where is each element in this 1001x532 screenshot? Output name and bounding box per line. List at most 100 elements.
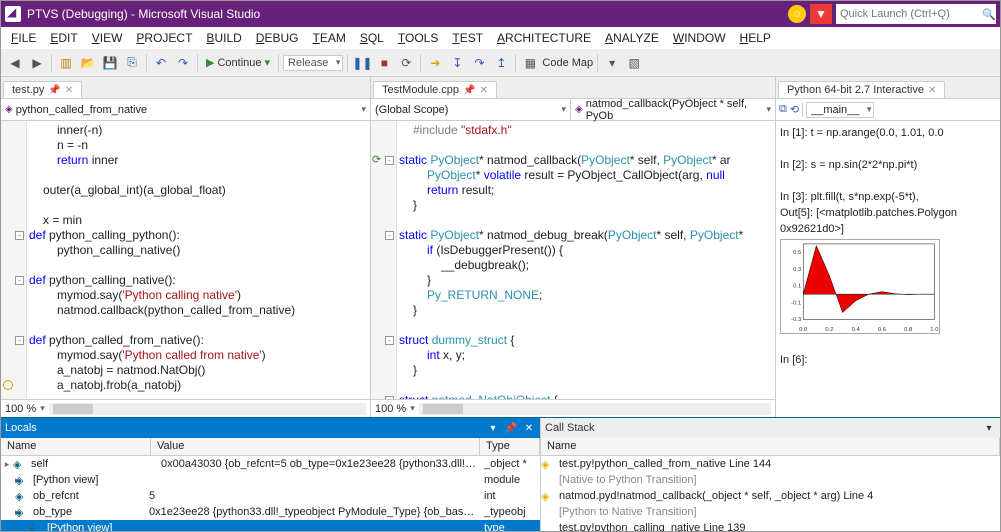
tab-testmodule-cpp[interactable]: TestModule.cpp 📌 ✕ [373,81,497,98]
code-line[interactable] [29,198,368,213]
code-line[interactable]: natmod.callback(python_called_from_nativ… [29,303,368,318]
breakpoint-icon[interactable] [3,380,13,390]
locals-header[interactable]: Locals ▾ 📌 ✕ [1,418,540,438]
tab-python-interactive[interactable]: Python 64-bit 2.7 Interactive ✕ [778,81,945,98]
code-line[interactable]: __debugbreak(); [399,258,773,273]
callstack-rows[interactable]: ◈test.py!python_called_from_native Line … [541,456,1000,531]
code-line[interactable]: } [399,363,773,378]
continue-button[interactable]: ▶ Continue ▾ [202,56,274,69]
toolbar-extra-icon[interactable]: ▾ [602,53,622,73]
expand-icon[interactable]: ▾ [1,523,29,532]
menu-test[interactable]: TEST [446,29,489,47]
code-line[interactable] [399,318,773,333]
nav-forward-icon[interactable]: ▶ [27,53,47,73]
pin-icon[interactable]: 📌 [48,85,60,96]
save-all-icon[interactable]: ⎘ [122,53,142,73]
scope-icon[interactable]: ⧉ [779,103,787,116]
code-line[interactable] [29,258,368,273]
config-dropdown[interactable]: Release [283,55,343,71]
close-icon[interactable]: ✕ [65,85,73,96]
col-value[interactable]: Value [151,438,480,455]
code-line[interactable]: def python_calling_native(): [29,273,368,288]
col-name[interactable]: Name [541,438,1000,455]
mid-code-area[interactable]: #include "stdafx.h" static PyObject* nat… [371,121,775,399]
code-line[interactable]: mymod.say('Python called from native') [29,348,368,363]
save-icon[interactable]: 💾 [100,53,120,73]
locals-row[interactable]: ▾⨍[Python view]type [1,520,540,531]
fold-icon[interactable]: - [15,276,24,285]
code-line[interactable] [399,213,773,228]
col-type[interactable]: Type [480,438,540,455]
menu-tools[interactable]: TOOLS [392,29,444,47]
fold-icon[interactable]: - [15,231,24,240]
dropdown-icon[interactable]: ▾ [486,421,500,435]
callstack-row[interactable]: test.py!python_calling_native Line 139 [541,520,1000,531]
h-scrollbar[interactable] [419,403,771,415]
code-line[interactable]: def python_calling_python(): [29,228,368,243]
code-line[interactable]: if (IsDebuggerPresent()) { [399,243,773,258]
close-icon[interactable]: ✕ [928,85,936,96]
fold-icon[interactable]: - [15,336,24,345]
h-scrollbar[interactable] [49,403,366,415]
code-line[interactable] [399,378,773,393]
callstack-row[interactable]: [Python to Native Transition] [541,504,1000,520]
undo-icon[interactable]: ↶ [151,53,171,73]
quick-launch-input[interactable] [840,8,982,20]
menu-window[interactable]: WINDOW [667,29,732,47]
toolbar-extra2-icon[interactable]: ▧ [624,53,644,73]
code-line[interactable] [399,138,773,153]
code-line[interactable]: inner(-n) [29,123,368,138]
code-line[interactable]: static PyObject* natmod_debug_break(PyOb… [399,228,773,243]
code-line[interactable]: def python_called_from_native(): [29,333,368,348]
code-line[interactable]: outer(a_global_int)(a_global_float) [29,183,368,198]
menu-help[interactable]: HELP [734,29,777,47]
tab-test-py[interactable]: test.py 📌 ✕ [3,81,82,98]
locals-rows[interactable]: ▸◈self0x00a43030 {ob_refcnt=5 ob_type=0x… [1,456,540,531]
code-line[interactable] [29,318,368,333]
fold-icon[interactable]: - [385,156,394,165]
menu-analyze[interactable]: ANALYZE [599,29,665,47]
zoom-level[interactable]: 100 % [5,403,36,415]
code-line[interactable]: PyObject* volatile result = PyObject_Cal… [399,168,773,183]
step-out-icon[interactable]: ↥ [491,53,511,73]
expand-icon[interactable]: ▸ [1,459,13,470]
code-line[interactable]: static PyObject* natmod_callback(PyObjec… [399,153,773,168]
menu-team[interactable]: TEAM [306,29,351,47]
locals-row[interactable]: ▸◈[Python view]module [1,472,540,488]
fold-icon[interactable]: - [385,231,394,240]
step-over-icon[interactable]: ↷ [469,53,489,73]
menu-edit[interactable]: EDIT [44,29,83,47]
fold-icon[interactable]: - [385,396,394,399]
locals-row[interactable]: ◈ob_refcnt5int [1,488,540,504]
code-line[interactable]: struct dummy_struct { [399,333,773,348]
fold-icon[interactable]: - [385,336,394,345]
code-line[interactable]: #include "stdafx.h" [399,123,773,138]
zoom-level[interactable]: 100 % [375,403,406,415]
code-line[interactable]: a_natobj = natmod.NatObj() [29,363,368,378]
code-line[interactable]: a_natobj.frob(a_natobj) [29,378,368,393]
env-dropdown[interactable]: __main__ [806,102,874,118]
menu-file[interactable]: FILE [5,29,42,47]
code-line[interactable]: return result; [399,183,773,198]
mid-scope-left-dropdown[interactable]: (Global Scope) [371,99,571,120]
code-line[interactable]: Py_RETURN_NONE; [399,288,773,303]
close-icon[interactable]: ✕ [480,85,488,96]
callstack-row[interactable]: ◈test.py!python_called_from_native Line … [541,456,1000,472]
pause-icon[interactable]: ❚❚ [352,53,372,73]
left-scope-dropdown[interactable]: ◈python_called_from_native [1,99,370,120]
close-icon[interactable]: ✕ [522,421,536,435]
stop-icon[interactable]: ■ [374,53,394,73]
notifications-flag-icon[interactable]: ▼ [810,4,832,24]
search-icon[interactable]: 🔍 [982,8,996,21]
locals-row[interactable]: ▸◈ob_type0x1e23ee28 {python33.dll!_typeo… [1,504,540,520]
code-line[interactable]: mymod.say('Python calling native') [29,288,368,303]
expand-icon[interactable]: ▸ [1,475,15,486]
callstack-row[interactable]: [Native to Python Transition] [541,472,1000,488]
menu-debug[interactable]: DEBUG [250,29,305,47]
menu-view[interactable]: VIEW [86,29,129,47]
expand-icon[interactable]: ▸ [1,507,15,518]
left-code-area[interactable]: inner(-n)n = -nreturn inner outer(a_glob… [1,121,370,399]
codemap-icon[interactable]: ▦ [520,53,540,73]
code-line[interactable]: struct natmod_NatObjObject { [399,393,773,399]
menu-sql[interactable]: SQL [354,29,390,47]
